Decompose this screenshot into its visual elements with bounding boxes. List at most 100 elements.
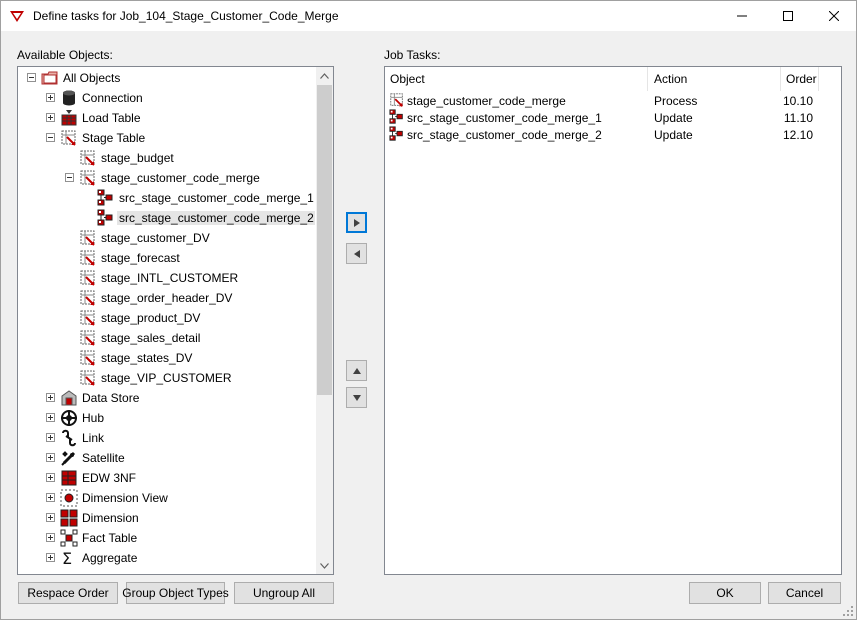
job-task-row[interactable]: src_stage_customer_code_merge_1 Update 11.… [385,109,841,126]
column-header-object[interactable]: Object [385,67,648,91]
tree-node-label: Satellite [82,451,125,465]
hub-icon [60,409,78,427]
tree-node[interactable]: Satellite [18,448,315,468]
scroll-thumb[interactable] [317,85,332,395]
job-task-object: src_stage_customer_code_merge_1 [407,111,602,125]
tree-node[interactable]: stage_customer_code_merge [18,168,315,188]
expand-icon[interactable] [46,413,55,422]
source-mapping-icon [389,109,407,125]
collapse-icon[interactable] [27,73,36,82]
tree-node[interactable]: Data Store [18,388,315,408]
ungroup-all-button[interactable]: Ungroup All [234,582,334,604]
arrow-up-icon [352,367,361,374]
job-tasks-label: Job Tasks: [384,48,441,62]
tree-node-label: Stage Table [82,131,146,145]
ok-button[interactable]: OK [689,582,761,604]
chevron-down-icon [320,562,329,569]
maximize-icon [783,11,793,21]
remove-from-job-button[interactable] [346,243,367,264]
available-objects-tree[interactable]: All Objects Connection Load Table Stage Tab… [17,66,334,575]
collapse-icon[interactable] [46,133,55,142]
expand-icon[interactable] [46,453,55,462]
scroll-down-button[interactable] [316,557,333,574]
source-mapping-icon [97,209,115,227]
job-tasks-list[interactable]: Object Action Order stage_customer_code_… [384,66,842,575]
folder-icon [41,69,59,87]
minimize-button[interactable] [719,1,765,31]
tree-node[interactable]: Link [18,428,315,448]
tree-node[interactable]: EDW 3NF [18,468,315,488]
tree-node[interactable]: All Objects [18,68,315,88]
tree-node[interactable]: stage_INTL_CUSTOMER [18,268,315,288]
close-button[interactable] [811,1,857,31]
expand-icon[interactable] [46,513,55,522]
tree-node[interactable]: Stage Table [18,128,315,148]
add-to-job-button[interactable] [346,212,367,233]
tree-node[interactable]: stage_VIP_CUSTOMER [18,368,315,388]
resize-grip-icon[interactable] [842,605,854,617]
tree-node[interactable]: Σ Aggregate [18,548,315,568]
tree-node-label: Dimension View [82,491,168,505]
tree-node-label: stage_forecast [101,251,180,265]
expand-icon[interactable] [46,393,55,402]
tree-node[interactable]: src_stage_customer_code_merge_1 [18,188,315,208]
tree-node[interactable]: stage_states_DV [18,348,315,368]
tree-node-label: Load Table [82,111,141,125]
tree-node-label: stage_sales_detail [101,331,201,345]
tree-node-label: Fact Table [82,531,138,545]
tree-node-label: src_stage_customer_code_merge_1 [119,191,314,205]
expand-icon[interactable] [46,113,55,122]
tree-node[interactable]: src_stage_customer_code_merge_2 [18,208,315,228]
tree-node[interactable]: Connection [18,88,315,108]
collapse-icon[interactable] [65,173,74,182]
job-tasks-header: Object Action Order [385,67,841,91]
scroll-up-button[interactable] [316,67,333,84]
fact-table-icon [60,529,78,547]
tree-node[interactable]: stage_budget [18,148,315,168]
tree-node[interactable]: Hub [18,408,315,428]
stage-table-icon [389,92,407,108]
source-mapping-icon [389,126,407,142]
expand-icon[interactable] [46,473,55,482]
tree-node-label: stage_order_header_DV [101,291,233,305]
tree-node[interactable]: stage_forecast [18,248,315,268]
job-task-row[interactable]: src_stage_customer_code_merge_2 Update 12.… [385,126,841,143]
arrow-right-icon [353,218,360,227]
tree-node[interactable]: Fact Table [18,528,315,548]
tree-node[interactable]: stage_order_header_DV [18,288,315,308]
chevron-up-icon [320,72,329,79]
stage-table-icon [79,229,97,247]
tree-node[interactable]: Load Table [18,108,315,128]
dimension-view-icon [60,489,78,507]
group-object-types-button[interactable]: Group Object Types [122,582,229,604]
cancel-button[interactable]: Cancel [768,582,841,604]
tree-node[interactable]: Dimension [18,508,315,528]
job-task-action: Update [654,111,693,125]
tree-node[interactable]: stage_customer_DV [18,228,315,248]
tree-node[interactable]: stage_product_DV [18,308,315,328]
job-task-action: Process [654,94,698,108]
source-mapping-icon [97,189,115,207]
job-task-order: 11.10 [783,111,813,125]
expand-icon[interactable] [46,493,55,502]
job-task-row[interactable]: stage_customer_code_merge Process 10.10 [385,92,841,109]
load-table-icon [60,109,78,127]
respace-order-button[interactable]: Respace Order [18,582,118,604]
tree-node-label: stage_states_DV [101,351,193,365]
maximize-button[interactable] [765,1,811,31]
stage-table-icon [79,349,97,367]
expand-icon[interactable] [46,533,55,542]
column-header-order[interactable]: Order [781,67,819,91]
tree-node-label: All Objects [63,71,121,85]
expand-icon[interactable] [46,553,55,562]
move-up-button[interactable] [346,360,367,381]
minimize-icon [737,15,747,17]
tree-scrollbar[interactable] [316,67,333,574]
tree-node[interactable]: Dimension View [18,488,315,508]
job-task-order: 10.10 [782,94,813,108]
column-header-action[interactable]: Action [648,67,781,91]
expand-icon[interactable] [46,433,55,442]
expand-icon[interactable] [46,93,55,102]
tree-node[interactable]: stage_sales_detail [18,328,315,348]
move-down-button[interactable] [346,387,367,408]
